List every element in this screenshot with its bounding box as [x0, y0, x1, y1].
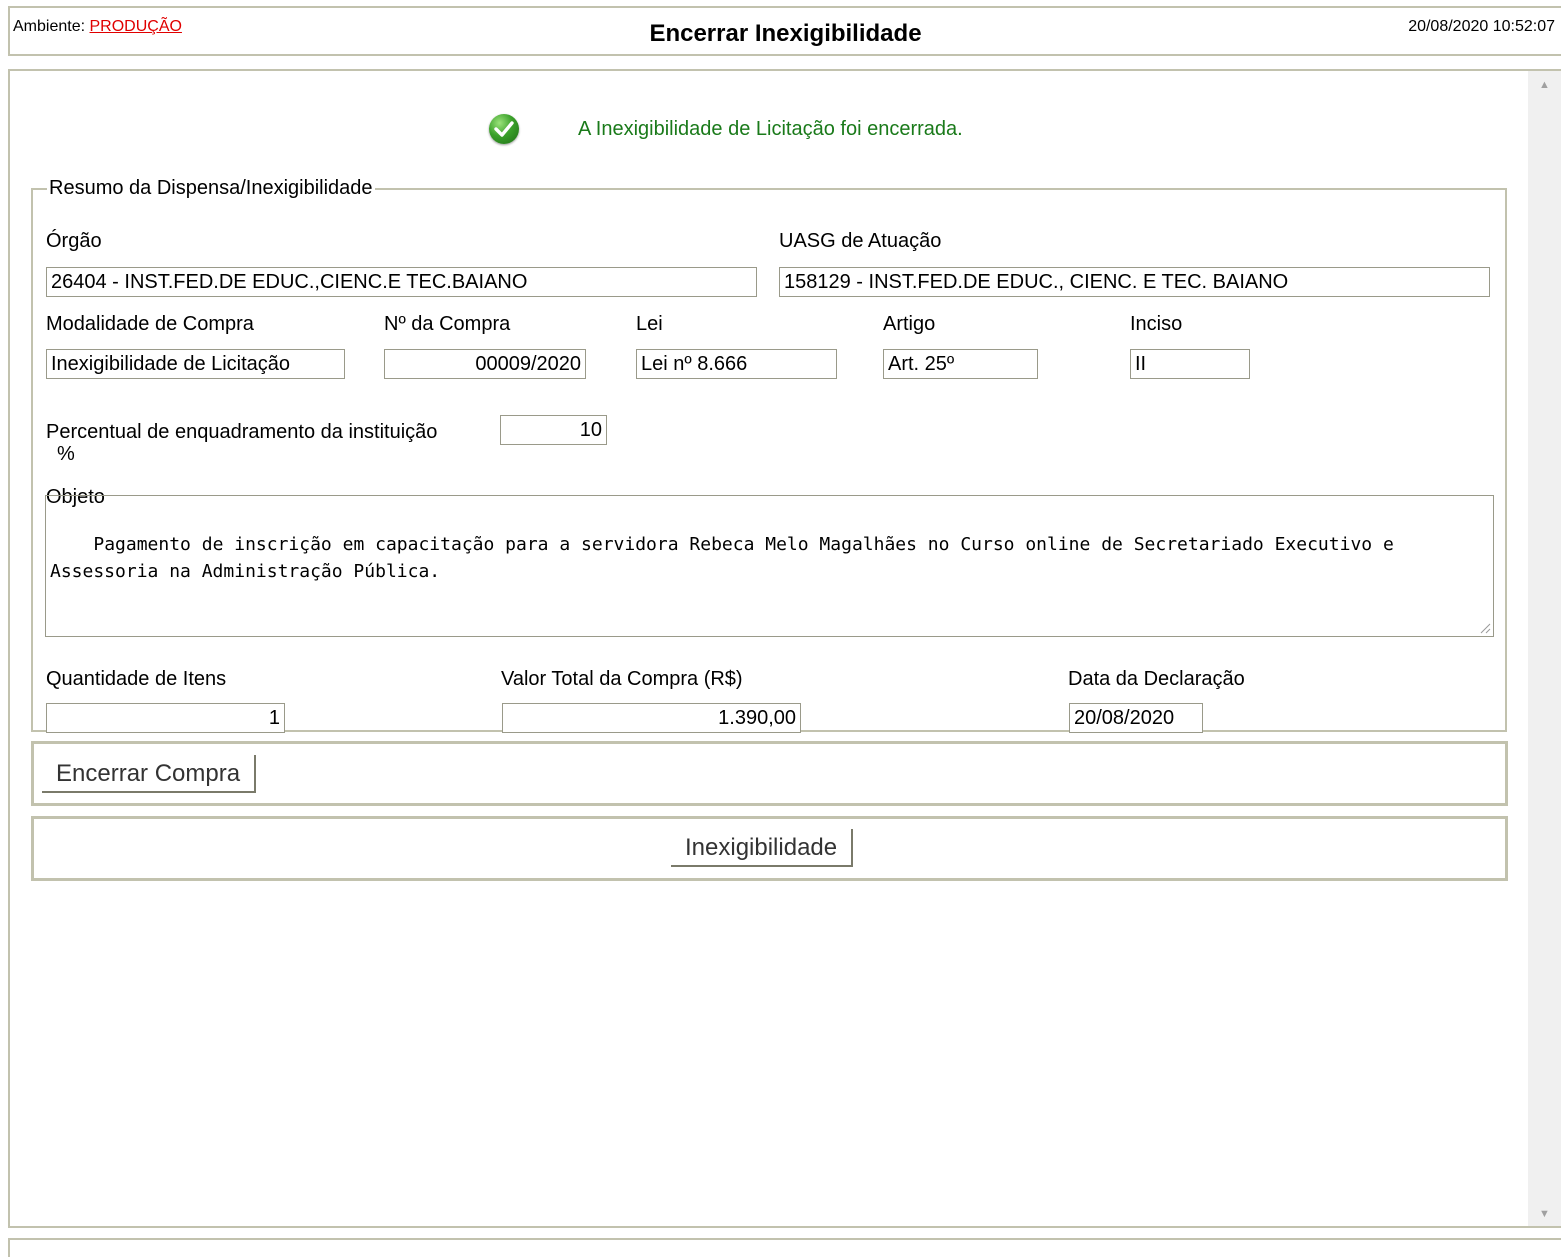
success-message-text: A Inexigibilidade de Licitação foi encer…	[578, 118, 963, 140]
inciso-field[interactable]: II	[1130, 349, 1250, 379]
scroll-up-arrow-icon[interactable]: ▲	[1528, 79, 1561, 91]
page-title: Encerrar Inexigibilidade	[649, 20, 922, 47]
quantidade-field[interactable]: 1	[46, 703, 285, 733]
modalidade-field[interactable]: Inexigibilidade de Licitação	[46, 349, 345, 379]
percentual-label: Percentual de enquadramento da instituiç…	[46, 421, 438, 443]
artigo-label: Artigo	[883, 313, 936, 335]
numero-compra-field[interactable]: 00009/2020	[384, 349, 586, 379]
percentual-field[interactable]: 10	[500, 415, 607, 445]
encerrar-panel: Encerrar Compra	[31, 741, 1508, 806]
numero-compra-label: Nº da Compra	[384, 313, 511, 335]
success-check-icon	[489, 114, 519, 144]
valor-total-label: Valor Total da Compra (R$)	[501, 668, 743, 690]
objeto-textarea[interactable]: Pagamento de inscrição em capacitação pa…	[45, 495, 1494, 637]
main-content-frame: A Inexigibilidade de Licitação foi encer…	[8, 69, 1561, 1228]
quantidade-label: Quantidade de Itens	[46, 668, 227, 690]
vertical-scrollbar[interactable]: ▲ ▼	[1528, 71, 1561, 1226]
inciso-label: Inciso	[1130, 313, 1183, 335]
artigo-field[interactable]: Art. 25º	[883, 349, 1038, 379]
uasg-label: UASG de Atuação	[779, 230, 942, 252]
resize-grip-icon[interactable]	[1479, 622, 1491, 634]
encerrar-compra-button[interactable]: Encerrar Compra	[42, 755, 257, 793]
inexigibilidade-panel: Inexigibilidade	[31, 816, 1508, 881]
lei-field[interactable]: Lei nº 8.666	[636, 349, 837, 379]
orgao-field[interactable]: 26404 - INST.FED.DE EDUC.,CIENC.E TEC.BA…	[46, 267, 757, 297]
inexigibilidade-button[interactable]: Inexigibilidade	[671, 829, 854, 867]
lei-label: Lei	[636, 313, 663, 335]
percentual-unit: %	[57, 443, 75, 465]
valor-total-field[interactable]: 1.390,00	[502, 703, 801, 733]
scroll-down-arrow-icon[interactable]: ▼	[1528, 1208, 1561, 1220]
uasg-field[interactable]: 158129 - INST.FED.DE EDUC., CIENC. E TEC…	[779, 267, 1490, 297]
objeto-text: Pagamento de inscrição em capacitação pa…	[50, 534, 1405, 582]
data-declaracao-label: Data da Declaração	[1068, 668, 1245, 690]
modalidade-label: Modalidade de Compra	[46, 313, 254, 335]
datetime-display: 20/08/2020 10:52:07	[1408, 18, 1555, 35]
resumo-legend: Resumo da Dispensa/Inexigibilidade	[49, 177, 373, 199]
orgao-label: Órgão	[46, 230, 102, 252]
data-declaracao-field[interactable]: 20/08/2020	[1069, 703, 1203, 733]
bottom-frame	[8, 1238, 1561, 1257]
resumo-fieldset: Resumo da Dispensa/Inexigibilidade Órgão…	[31, 177, 1507, 733]
top-header-bar: Ambiente: PRODUÇÃO Encerrar Inexigibilid…	[8, 6, 1561, 56]
